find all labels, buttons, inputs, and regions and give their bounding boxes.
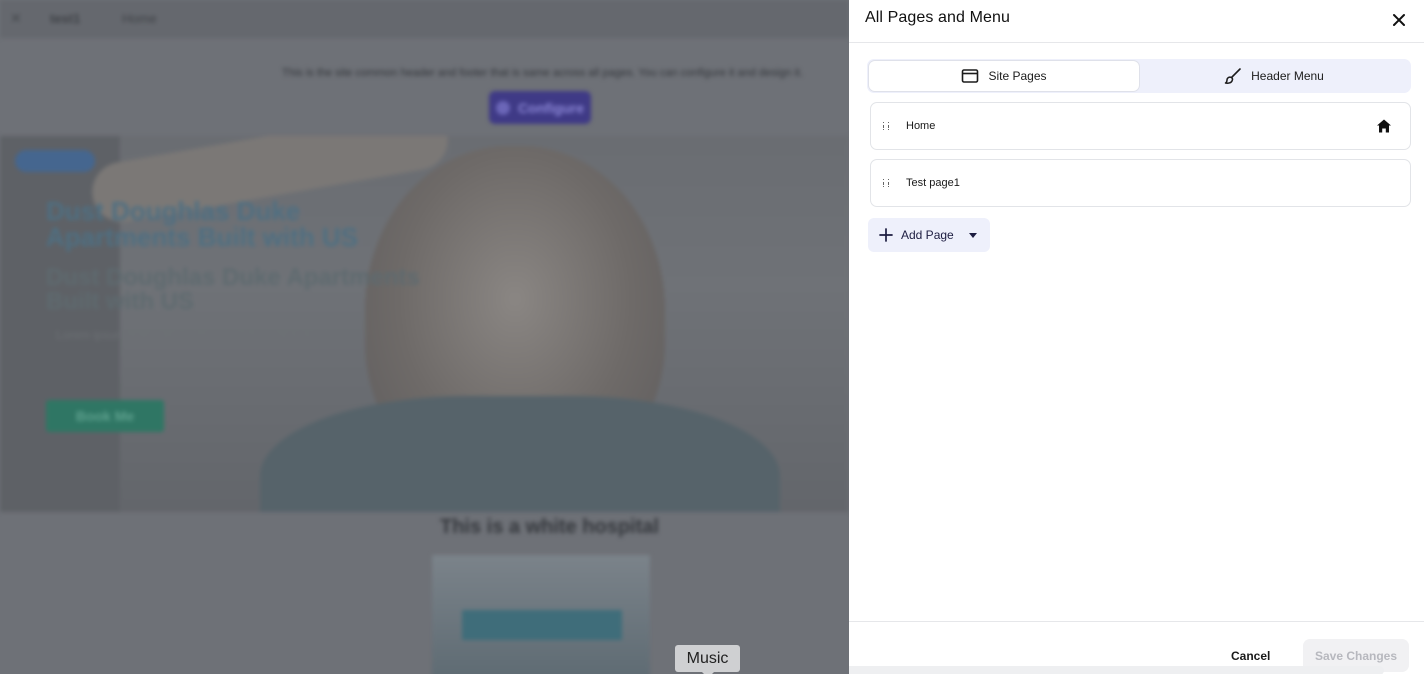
hero-title-secondary: Dust Doughlas Duke Apartments Built with… xyxy=(46,264,420,315)
close-drawer-button[interactable] xyxy=(1390,11,1408,29)
pages-menu-segmented-control: Site Pages Header Menu xyxy=(867,59,1411,93)
tab-header-menu[interactable]: Header Menu xyxy=(1139,61,1409,91)
add-page-button[interactable]: Add Page xyxy=(868,218,990,252)
hero-person-body xyxy=(260,396,780,512)
book-button: Book Me xyxy=(46,400,164,432)
hero-badge xyxy=(15,150,95,172)
header-notice-text: This is the site common header and foote… xyxy=(282,67,803,79)
home-icon xyxy=(1377,119,1391,133)
cancel-button[interactable]: Cancel xyxy=(1231,649,1270,663)
breadcrumb-page: Home xyxy=(122,11,157,26)
close-editor-icon: ✕ xyxy=(10,10,22,26)
paintbrush-icon xyxy=(1224,68,1241,84)
tab-site-pages-label: Site Pages xyxy=(988,69,1047,83)
section-image-detail xyxy=(462,610,622,640)
page-item-test-page1[interactable]: Test page1 xyxy=(870,159,1411,207)
blurred-preview: ✕ test1 Home This is the site common hea… xyxy=(0,0,849,674)
hero-title: Dust Doughlas Duke Apartments Built with… xyxy=(46,196,359,252)
configure-label: Configure xyxy=(517,99,585,116)
tab-header-menu-label: Header Menu xyxy=(1251,69,1324,83)
add-page-label: Add Page xyxy=(901,228,954,242)
tab-site-pages[interactable]: Site Pages xyxy=(869,61,1139,91)
drag-handle-icon[interactable] xyxy=(883,121,893,131)
browser-window-icon xyxy=(962,69,979,83)
section-title: This is a white hospital xyxy=(440,516,659,538)
page-item-label: Test page1 xyxy=(906,177,960,189)
page-item-label: Home xyxy=(906,120,936,132)
drawer-footer: Cancel Save Changes xyxy=(849,621,1424,674)
drawer-header: All Pages and Menu xyxy=(849,0,1424,43)
horizontal-scrollbar[interactable] xyxy=(849,666,1384,674)
close-icon xyxy=(1393,14,1405,26)
configure-button: Configure xyxy=(489,91,591,124)
pages-menu-drawer: All Pages and Menu Site Pages Header Men… xyxy=(849,0,1424,674)
editor-canvas-backdrop: ✕ test1 Home This is the site common hea… xyxy=(0,0,849,674)
configure-icon xyxy=(495,100,510,115)
music-tooltip: Music xyxy=(675,645,740,674)
plus-icon xyxy=(879,228,893,242)
page-item-home[interactable]: Home xyxy=(870,102,1411,150)
drag-handle-icon[interactable] xyxy=(883,178,893,188)
breadcrumb-site: test1 xyxy=(50,11,81,26)
hero-subtitle: Lorem ipsum dolor sit amet consectetur a… xyxy=(56,328,323,342)
caret-down-icon[interactable] xyxy=(966,228,980,242)
hero-banner: Dust Doughlas Duke Apartments Built with… xyxy=(0,136,849,512)
drawer-title: All Pages and Menu xyxy=(865,9,1011,26)
section-image xyxy=(432,555,650,674)
editor-topbar: ✕ test1 Home xyxy=(0,0,849,38)
